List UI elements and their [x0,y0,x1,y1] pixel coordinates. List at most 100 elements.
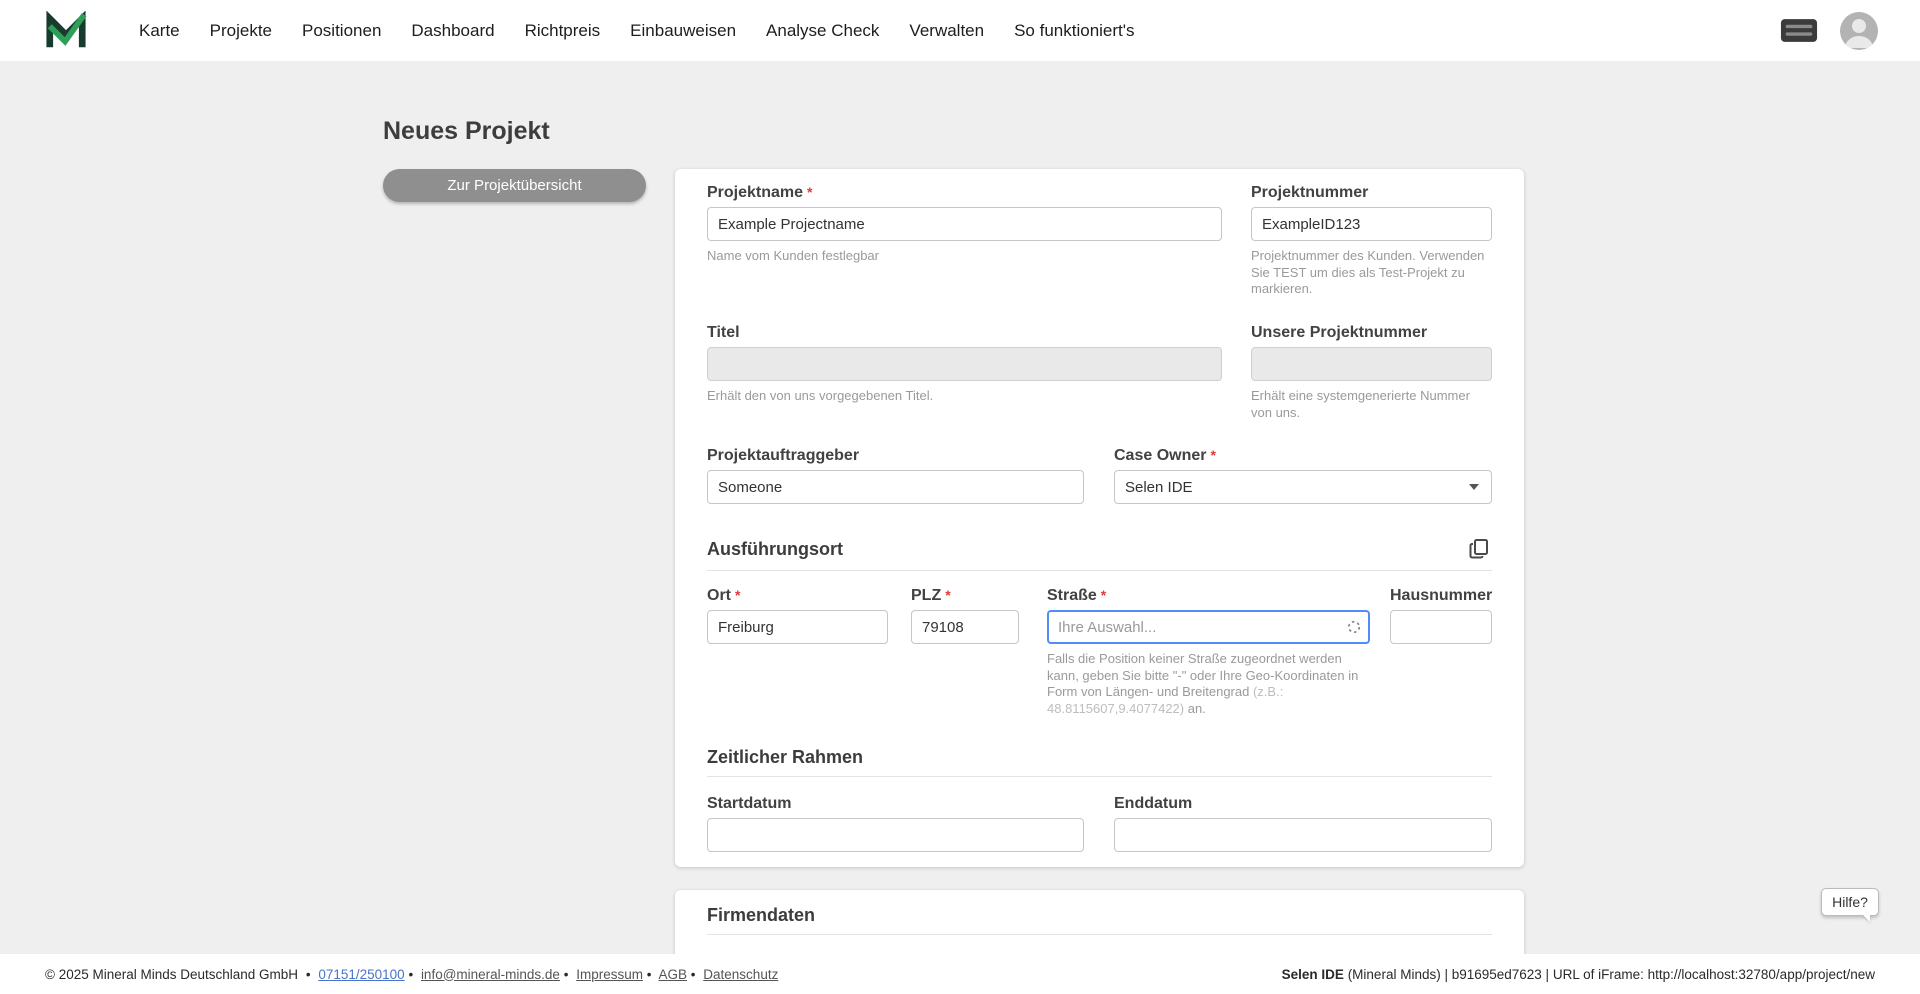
field-titel: Titel Erhält den von uns vorgegebenen Ti… [707,324,1222,405]
help-button[interactable]: Hilfe? [1821,888,1879,916]
projektnummer-label: Projektnummer [1251,184,1492,202]
mineral-minds-logo[interactable] [45,11,87,51]
row-adresse: Ort* PLZ* Straße* Falls die Position kei… [707,587,1492,718]
plz-label: PLZ* [911,587,1019,605]
section-firmendaten: Firmendaten [707,905,1492,935]
field-case-owner: Case Owner* Selen IDE [1114,447,1492,504]
chevron-down-icon [1469,484,1479,490]
hausnummer-input[interactable] [1390,610,1492,644]
footer: © 2025 Mineral Minds Deutschland GmbH • … [0,954,1920,994]
footer-user: Selen IDE [1282,967,1344,982]
impressum-link[interactable]: Impressum [576,967,643,982]
projektnummer-input[interactable] [1251,207,1492,241]
firmendaten-heading: Firmendaten [707,905,815,926]
top-navigation: Karte Projekte Positionen Dashboard Rich… [0,0,1920,61]
ort-label: Ort* [707,587,888,605]
case-owner-select[interactable]: Selen IDE [1114,470,1492,504]
nav-item-karte[interactable]: Karte [139,21,180,41]
copyright-text: © 2025 Mineral Minds Deutschland GmbH [45,967,298,982]
case-owner-value: Selen IDE [1125,479,1193,496]
email-link[interactable]: info@mineral-minds.de [421,967,560,982]
case-owner-label: Case Owner* [1114,447,1492,465]
phone-link[interactable]: 07151/250100 [318,967,404,982]
row-titel-unsere-projektnummer: Titel Erhält den von uns vorgegebenen Ti… [707,324,1492,421]
logo-m-icon [45,11,87,51]
footer-right: Selen IDE (Mineral Minds) | b91695ed7623… [1282,967,1875,982]
projektname-label: Projektname* [707,184,1222,202]
separator: • [306,967,311,982]
user-avatar[interactable] [1840,12,1878,50]
nav-item-dashboard[interactable]: Dashboard [411,21,494,41]
plz-input[interactable] [911,610,1019,644]
startdatum-input[interactable] [707,818,1084,852]
row-auftraggeber-caseowner: Projektauftraggeber Case Owner* Selen ID… [707,447,1492,504]
copy-button[interactable] [1466,536,1492,562]
footer-session-info: (Mineral Minds) | b91695ed7623 | URL of … [1344,967,1875,982]
section-zeitlicher-rahmen: Zeitlicher Rahmen [707,747,1492,777]
agb-link[interactable]: AGB [659,967,688,982]
separator: • [564,967,569,982]
datenschutz-link[interactable]: Datenschutz [703,967,778,982]
projektauftraggeber-input[interactable] [707,470,1084,504]
required-marker: * [807,184,812,200]
nav-item-so-funktionierts[interactable]: So funktioniert's [1014,21,1134,41]
row-projektname-projektnummer: Projektname* Name vom Kunden festlegbar … [707,184,1492,298]
strasse-input-wrap [1047,610,1370,644]
row-datum: Startdatum Enddatum [707,795,1492,852]
field-plz: PLZ* [911,587,1019,644]
field-projektnummer: Projektnummer Projektnummer des Kunden. … [1251,184,1492,298]
person-icon [1840,12,1878,50]
nav-item-richtpreis[interactable]: Richtpreis [525,21,601,41]
startdatum-label: Startdatum [707,795,1084,813]
strasse-label: Straße* [1047,587,1370,605]
unsere-projektnummer-input [1251,347,1492,381]
titel-helper: Erhält den von uns vorgegebenen Titel. [707,388,1222,405]
ausfuehrungsort-heading: Ausführungsort [707,539,843,560]
projektnummer-helper: Projektnummer des Kunden. Verwenden Sie … [1251,248,1492,298]
separator: • [647,967,652,982]
strasse-helper: Falls die Position keiner Straße zugeord… [1047,651,1370,718]
required-marker: * [945,587,950,603]
nav-item-analyse-check[interactable]: Analyse Check [766,21,879,41]
required-marker: * [735,587,740,603]
hausnummer-label: Hausnummer [1390,587,1492,605]
titel-input [707,347,1222,381]
nav-item-positionen[interactable]: Positionen [302,21,381,41]
enddatum-input[interactable] [1114,818,1492,852]
loading-spinner-icon [1347,620,1361,634]
strasse-input[interactable] [1047,610,1370,644]
field-startdatum: Startdatum [707,795,1084,852]
projektauftraggeber-label: Projektauftraggeber [707,447,1084,465]
projektname-input[interactable] [707,207,1222,241]
field-hausnummer: Hausnummer [1390,587,1492,644]
nav-item-einbauweisen[interactable]: Einbauweisen [630,21,736,41]
new-project-form-card: Projektname* Name vom Kunden festlegbar … [675,169,1524,867]
separator: • [408,967,413,982]
required-marker: * [1101,587,1106,603]
unsere-projektnummer-helper: Erhält eine systemgenerierte Nummer von … [1251,388,1492,421]
footer-left: © 2025 Mineral Minds Deutschland GmbH • … [45,967,778,982]
titel-label: Titel [707,324,1222,342]
copy-icon [1468,538,1490,560]
nav-item-verwalten[interactable]: Verwalten [909,21,984,41]
field-enddatum: Enddatum [1114,795,1492,852]
page-title: Neues Projekt [383,117,550,146]
unsere-projektnummer-label: Unsere Projektnummer [1251,324,1492,342]
separator: • [691,967,696,982]
nav-links: Karte Projekte Positionen Dashboard Rich… [139,21,1135,41]
nav-item-projekte[interactable]: Projekte [210,21,272,41]
field-ort: Ort* [707,587,888,644]
field-strasse: Straße* Falls die Position keiner Straße… [1047,587,1370,718]
section-ausfuehrungsort: Ausführungsort [707,536,1492,571]
field-projektauftraggeber: Projektauftraggeber [707,447,1084,504]
project-overview-button[interactable]: Zur Projektübersicht [383,169,646,202]
device-icon[interactable] [1780,18,1818,43]
field-unsere-projektnummer: Unsere Projektnummer Erhält eine systemg… [1251,324,1492,421]
topbar-right [1780,12,1878,50]
projektname-helper: Name vom Kunden festlegbar [707,248,1222,265]
zeitlicher-rahmen-heading: Zeitlicher Rahmen [707,747,863,768]
required-marker: * [1210,447,1215,463]
ort-input[interactable] [707,610,888,644]
field-projektname: Projektname* Name vom Kunden festlegbar [707,184,1222,265]
enddatum-label: Enddatum [1114,795,1492,813]
